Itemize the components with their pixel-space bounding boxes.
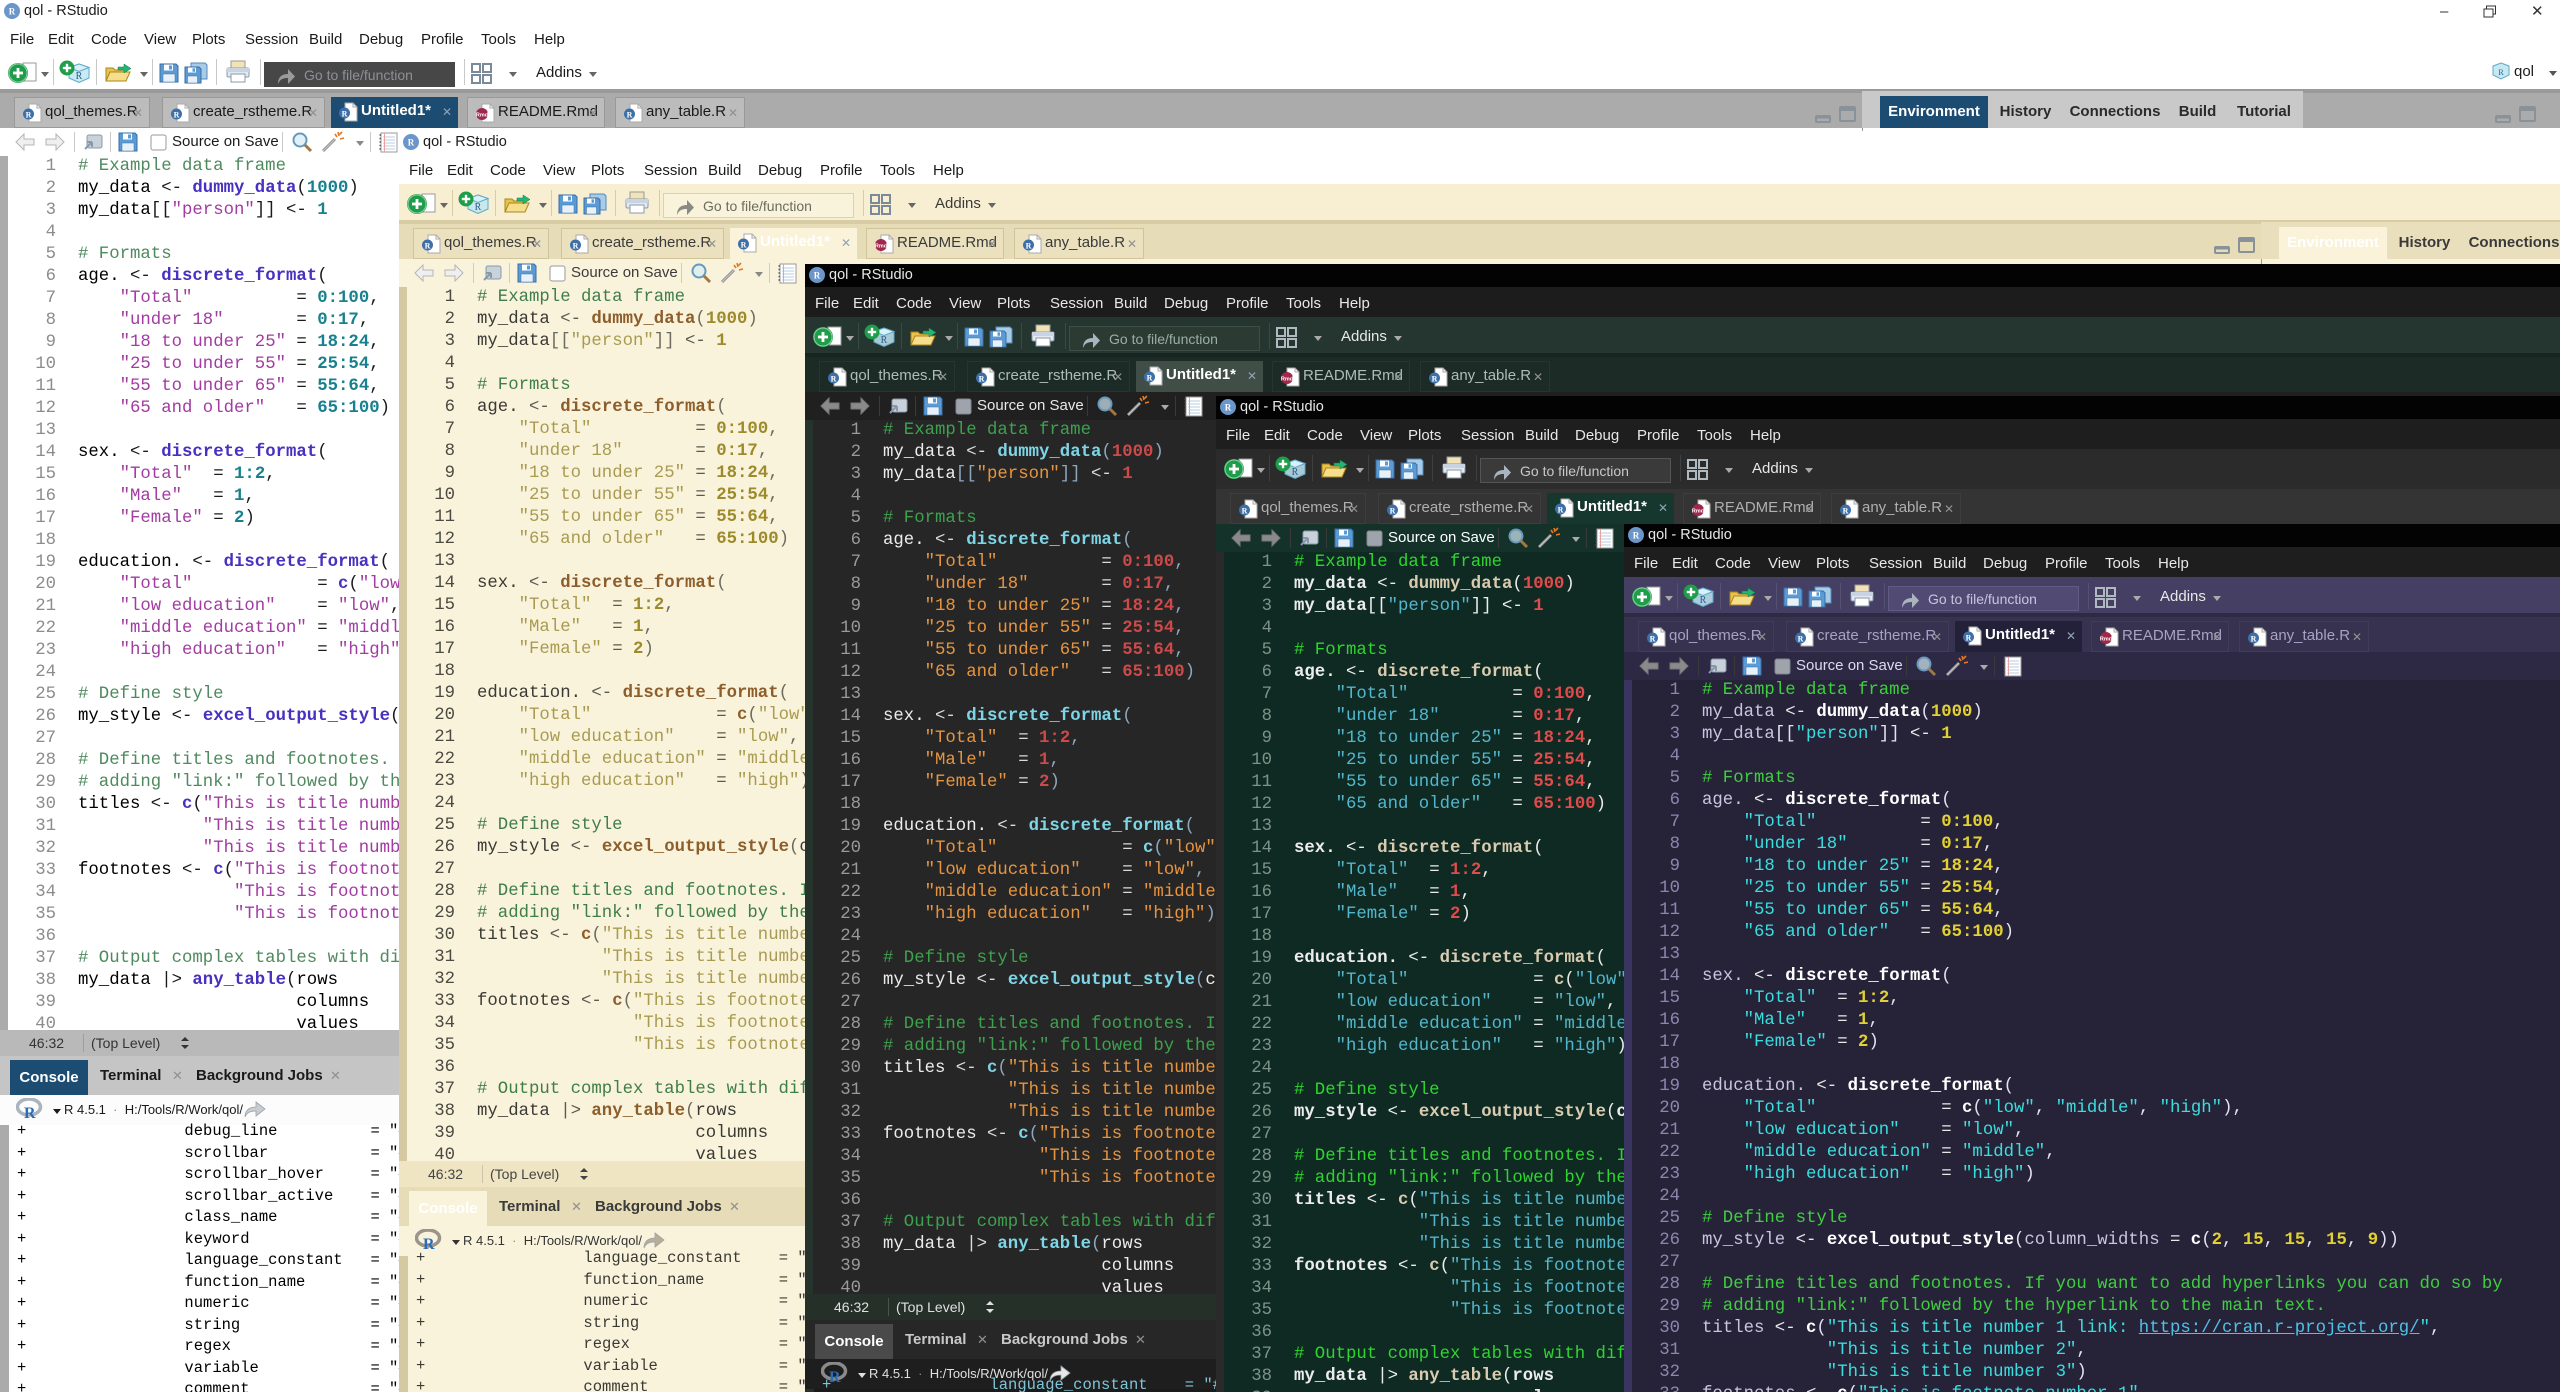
svg-text:R: R [881, 335, 888, 346]
svg-text:R: R [425, 242, 431, 251]
svg-text:Rmd: Rmd [2100, 637, 2112, 643]
svg-text:R: R [741, 241, 747, 250]
svg-text:R: R [26, 111, 32, 120]
svg-text:Rmd: Rmd [1281, 377, 1293, 383]
svg-text:Rmd: Rmd [476, 113, 488, 119]
svg-text:R: R [9, 7, 16, 17]
svg-text:R: R [1225, 403, 1232, 413]
svg-text:R: R [1147, 374, 1153, 383]
svg-text:R: R [814, 271, 821, 281]
svg-text:Rmd: Rmd [1692, 509, 1704, 515]
svg-text:R: R [1026, 242, 1032, 251]
svg-text:R: R [831, 375, 837, 384]
svg-text:R: R [1292, 467, 1299, 478]
svg-text:R: R [408, 138, 415, 148]
svg-text:R: R [76, 71, 83, 82]
svg-text:R: R [475, 202, 482, 213]
svg-text:R: R [342, 110, 348, 119]
svg-text:R: R [1432, 375, 1438, 384]
svg-text:R: R [1390, 507, 1396, 516]
svg-text:R: R [1798, 635, 1804, 644]
svg-text:R: R [1242, 507, 1248, 516]
svg-text:Rmd: Rmd [875, 244, 887, 250]
svg-text:R: R [24, 1105, 36, 1120]
svg-text:R: R [2251, 635, 2257, 644]
svg-text:R: R [979, 375, 985, 384]
svg-text:R: R [1843, 507, 1849, 516]
svg-text:R: R [627, 111, 633, 120]
svg-text:R: R [2498, 68, 2504, 77]
svg-text:R: R [1650, 635, 1656, 644]
svg-text:R: R [1700, 595, 1707, 606]
svg-text:R: R [1558, 506, 1564, 515]
svg-text:R: R [174, 111, 180, 120]
svg-text:R: R [1633, 531, 1640, 541]
svg-text:R: R [1966, 634, 1972, 643]
svg-text:R: R [573, 242, 579, 251]
